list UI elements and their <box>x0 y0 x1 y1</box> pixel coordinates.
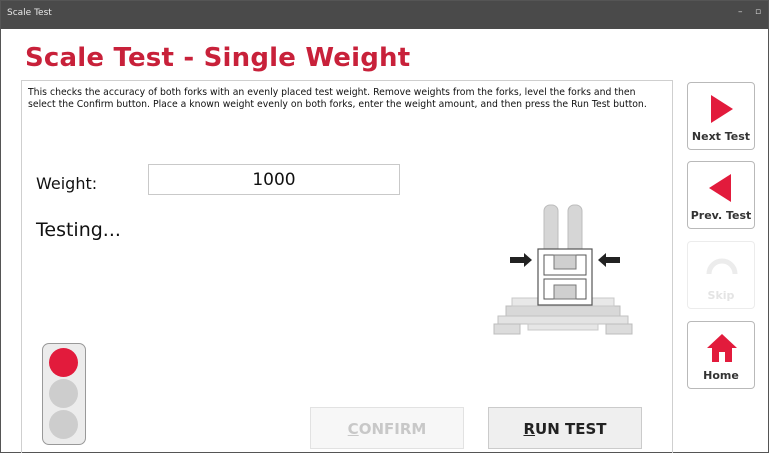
prev-test-button[interactable]: Prev. Test <box>687 161 755 229</box>
test-description: This checks the accuracy of both forks w… <box>28 87 647 110</box>
minimize-button[interactable]: – <box>738 7 743 17</box>
forklift-forks-illustration <box>493 204 633 335</box>
confirm-hotkey-letter: C <box>347 420 359 438</box>
status-traffic-light <box>42 343 86 445</box>
weight-label: Weight: <box>36 174 98 193</box>
title-bar: Scale Test – ▫ <box>1 1 768 29</box>
skip-icon <box>706 258 738 275</box>
confirm-button[interactable]: CONFIRM <box>310 407 464 449</box>
skip-label: Skip <box>707 289 735 302</box>
skip-button[interactable]: Skip <box>687 241 755 309</box>
next-test-button[interactable]: Next Test <box>687 82 755 150</box>
prev-test-label: Prev. Test <box>690 209 752 222</box>
weight-input[interactable]: 1000 <box>148 164 400 195</box>
home-label: Home <box>703 369 739 382</box>
bottom-light <box>49 410 78 439</box>
next-test-label: Next Test <box>691 130 751 143</box>
test-panel: This checks the accuracy of both forks w… <box>21 80 673 453</box>
red-light <box>49 348 78 377</box>
run-test-button[interactable]: RUN TEST <box>488 407 642 449</box>
status-text: Testing... <box>36 219 121 241</box>
run-hotkey-letter: R <box>523 420 536 438</box>
play-right-icon <box>711 95 733 123</box>
home-button[interactable]: Home <box>687 321 755 389</box>
confirm-label: ONFIRM <box>358 420 427 438</box>
maximize-button[interactable]: ▫ <box>755 7 761 17</box>
page-title: Scale Test - Single Weight <box>25 43 411 73</box>
app-window: Scale Test – ▫ Scale Test - Single Weigh… <box>0 0 769 453</box>
window-title: Scale Test <box>7 8 52 18</box>
middle-light <box>49 379 78 408</box>
play-left-icon <box>709 174 731 202</box>
home-icon <box>707 334 737 362</box>
run-test-label: UN TEST <box>535 420 607 438</box>
